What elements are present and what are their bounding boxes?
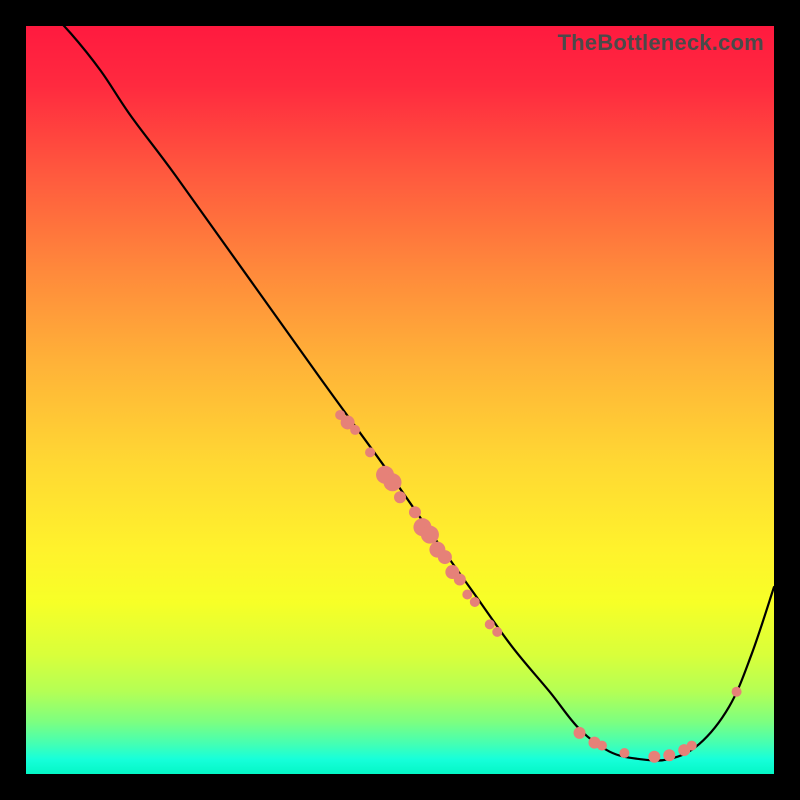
data-point: [619, 748, 629, 758]
bottleneck-curve: [26, 0, 774, 761]
data-point: [492, 627, 502, 637]
data-point: [350, 425, 360, 435]
data-point: [421, 526, 439, 544]
data-point: [663, 749, 675, 761]
data-point: [365, 447, 375, 457]
data-point: [384, 473, 402, 491]
data-point: [597, 741, 607, 751]
data-point: [394, 491, 406, 503]
scatter-layer: [335, 410, 741, 763]
data-point: [732, 687, 742, 697]
data-point: [454, 574, 466, 586]
data-point: [462, 589, 472, 599]
data-point: [574, 727, 586, 739]
chart-svg: [26, 26, 774, 774]
data-point: [648, 751, 660, 763]
data-point: [485, 619, 495, 629]
data-point: [687, 741, 697, 751]
chart-frame: TheBottleneck.com: [26, 26, 774, 774]
data-point: [470, 597, 480, 607]
data-point: [438, 550, 452, 564]
data-point: [409, 506, 421, 518]
